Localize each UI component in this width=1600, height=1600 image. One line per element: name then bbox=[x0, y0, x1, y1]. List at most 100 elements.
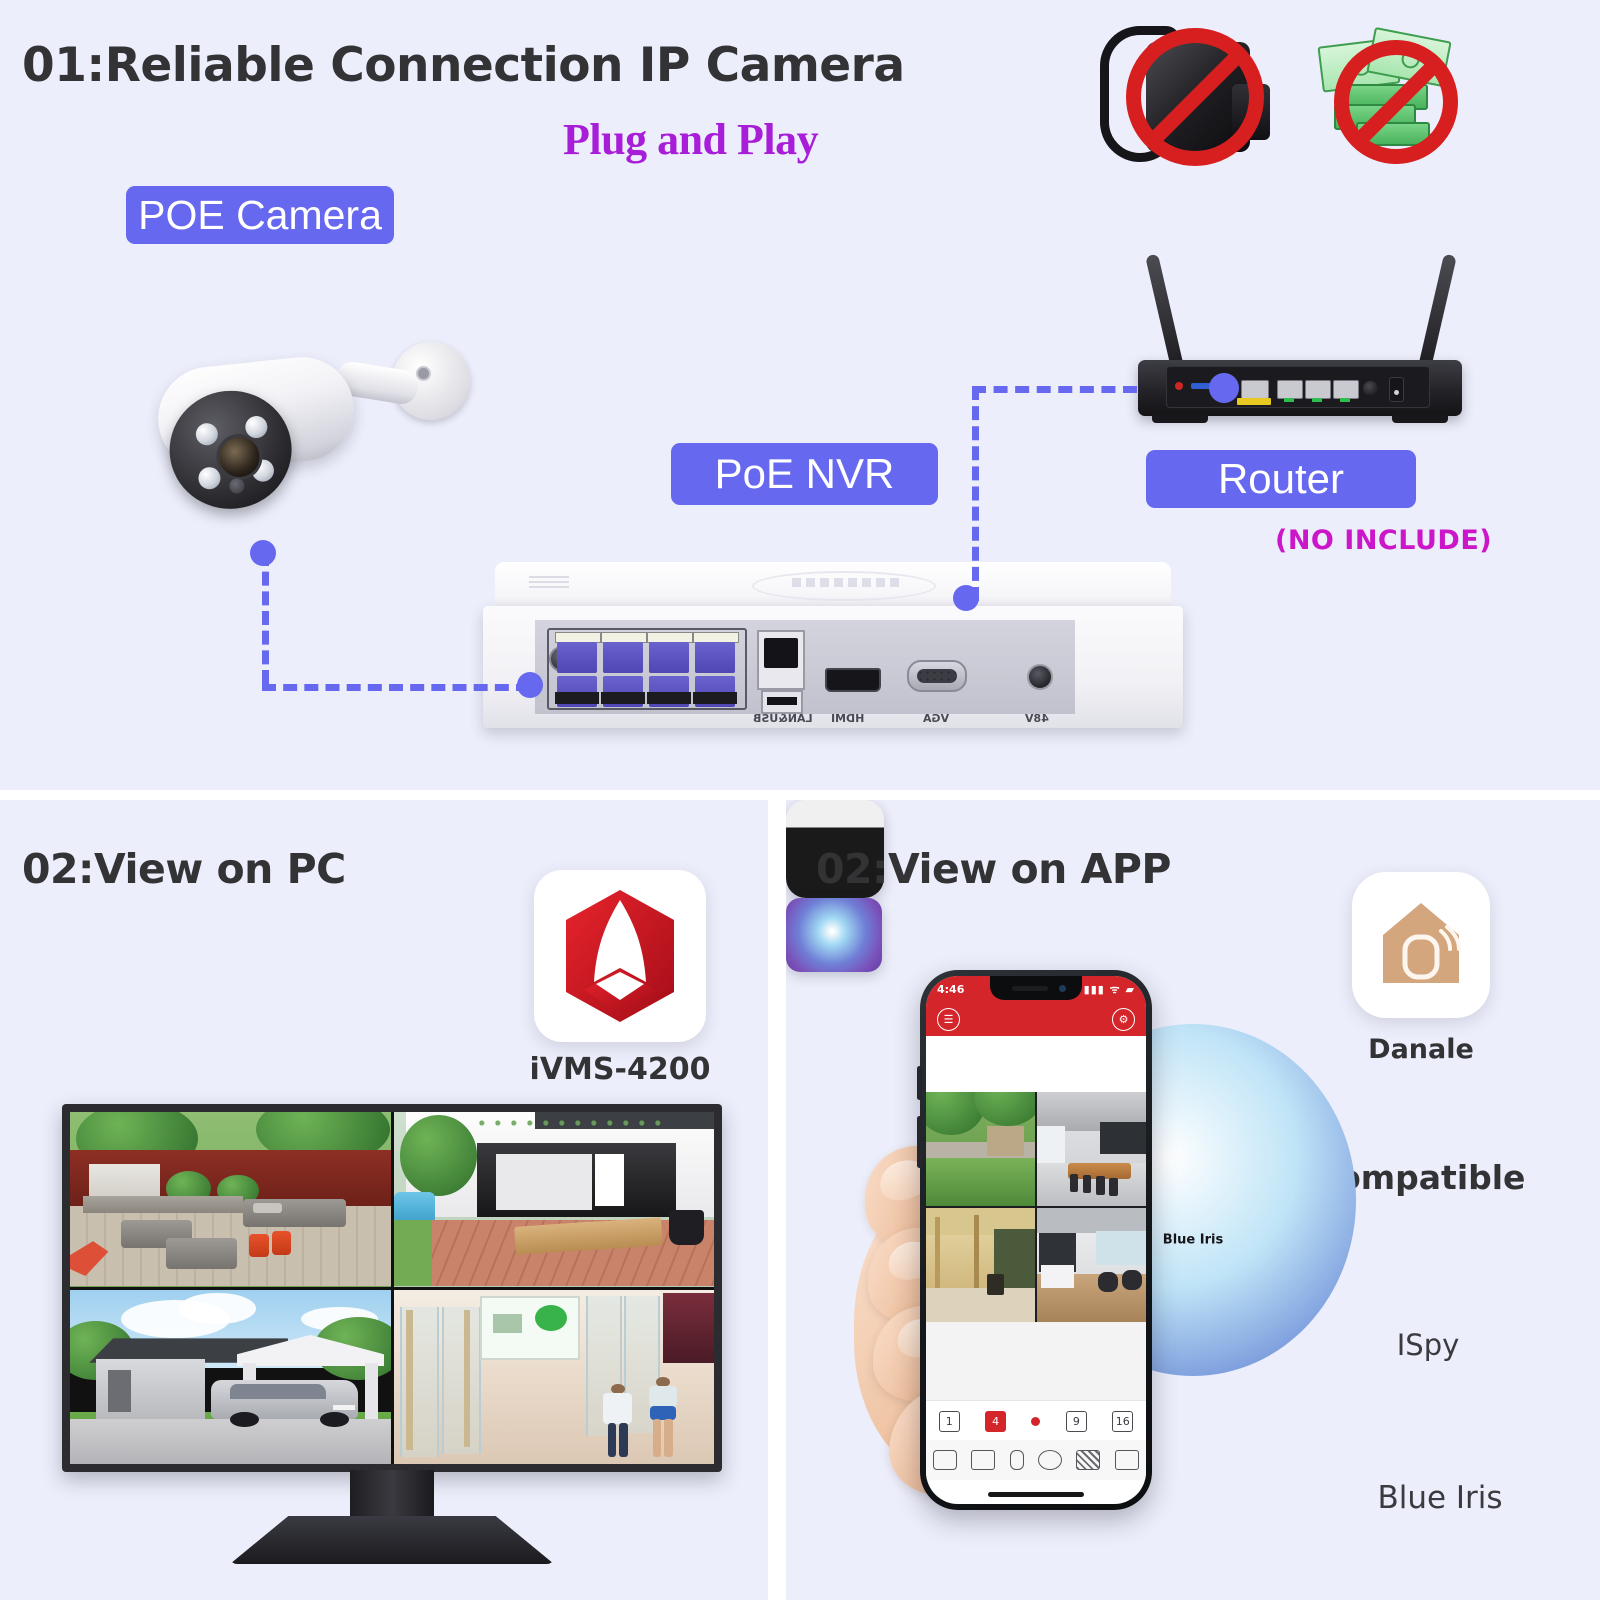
split-view-toolbar: 1 4 9 16 bbox=[926, 1400, 1146, 1441]
split-view-4-button[interactable]: 4 bbox=[985, 1410, 1007, 1432]
nvr-lan-port bbox=[757, 630, 805, 690]
section-title-01: 01:Reliable Connection IP Camera bbox=[22, 38, 905, 93]
settings-icon[interactable]: ⚙ bbox=[1112, 1007, 1135, 1031]
hamburger-menu-icon[interactable]: ☰ bbox=[937, 1007, 960, 1031]
ir-led-icon bbox=[197, 466, 222, 491]
router-body bbox=[1138, 360, 1462, 423]
ivms-4200-icon bbox=[534, 870, 706, 1042]
blue-iris-label: Blue Iris bbox=[1377, 1480, 1503, 1516]
nvr-power-jack bbox=[1027, 664, 1053, 690]
monitor-channel-1 bbox=[70, 1112, 391, 1287]
panel-view-on-pc: 02:View on PC iVMS-4200 bbox=[0, 800, 768, 1600]
ir-led-icon bbox=[194, 422, 219, 447]
person-figure bbox=[643, 1376, 681, 1457]
phone-camera-grid bbox=[926, 1092, 1146, 1322]
no-power-adapter-icon bbox=[1098, 12, 1288, 182]
connector-camera-to-nvr bbox=[262, 552, 269, 684]
light-sensor-icon bbox=[228, 477, 246, 495]
label-router: Router bbox=[1146, 450, 1416, 508]
smartphone: 4:46 ▮▮▮ ᯤ ▰ ☰ ⚙ 1 4 9 16 bbox=[917, 970, 1152, 1510]
record-icon[interactable] bbox=[971, 1450, 996, 1470]
poe-nvr-illustration: LAN&USB HDMI VGA 48V bbox=[483, 562, 1183, 742]
person-figure bbox=[599, 1383, 637, 1457]
monitor-neck bbox=[350, 1470, 434, 1518]
nvr-vga-port bbox=[907, 660, 967, 692]
plug-and-play-subtitle: Plug and Play bbox=[563, 115, 819, 164]
status-indicators: ▮▮▮ ᯤ ▰ bbox=[1083, 982, 1135, 996]
nvr-rear-panel: LAN&USB HDMI VGA 48V bbox=[483, 606, 1183, 728]
label-poe-nvr: PoE NVR bbox=[671, 443, 938, 505]
app-action-toolbar bbox=[926, 1440, 1146, 1480]
danale-label: Danale bbox=[1368, 1034, 1474, 1065]
nvr-usb-port bbox=[761, 690, 803, 714]
split-view-9-button[interactable]: 9 bbox=[1065, 1410, 1087, 1432]
monitor-base bbox=[230, 1516, 554, 1564]
quality-icon[interactable] bbox=[1076, 1450, 1101, 1470]
router-lan-port bbox=[1305, 380, 1331, 399]
section-title-app: 02:View on APP bbox=[816, 845, 1171, 893]
nvr-poe-port bbox=[649, 642, 689, 673]
phone-channel-4[interactable] bbox=[1037, 1208, 1146, 1322]
camera-lens-housing bbox=[163, 384, 298, 515]
snapshot-icon[interactable] bbox=[933, 1450, 958, 1470]
app-top-bar: ☰ ⚙ bbox=[926, 1002, 1146, 1036]
nvr-port-label-vga: VGA bbox=[923, 712, 950, 725]
mic-icon[interactable] bbox=[1009, 1450, 1024, 1470]
phone-channel-1[interactable] bbox=[926, 1092, 1035, 1206]
record-indicator-icon[interactable] bbox=[1031, 1416, 1041, 1426]
connector-dot-nvr-poe bbox=[517, 672, 543, 698]
router-reset-button bbox=[1175, 382, 1183, 390]
nvr-poe-port-block bbox=[547, 628, 747, 710]
infographic-page: 01:Reliable Connection IP Camera Plug an… bbox=[0, 0, 1600, 1600]
split-view-16-button[interactable]: 16 bbox=[1112, 1410, 1134, 1432]
connector-camera-to-nvr bbox=[262, 684, 530, 691]
connector-dot-router bbox=[1209, 373, 1239, 403]
router-wan-port bbox=[1241, 380, 1269, 399]
connector-nvr-to-router bbox=[972, 386, 979, 601]
ispy-label: ISpy bbox=[1396, 1328, 1460, 1362]
router-lan-port bbox=[1333, 380, 1359, 399]
poe-camera-illustration bbox=[140, 330, 470, 550]
phone-channel-2[interactable] bbox=[1037, 1092, 1146, 1206]
monitor-channel-2 bbox=[393, 1112, 714, 1287]
monitor-channel-4 bbox=[393, 1289, 714, 1464]
app-content-blank-top bbox=[926, 1036, 1146, 1092]
danale-house-icon bbox=[1352, 872, 1490, 1018]
connector-dot-nvr-lan bbox=[953, 585, 979, 611]
fullscreen-icon[interactable] bbox=[1114, 1450, 1139, 1470]
nvr-port-label-lan-usb: LAN&USB bbox=[753, 712, 813, 725]
monitor-channel-3 bbox=[70, 1289, 391, 1464]
nvr-hdmi-port bbox=[825, 668, 881, 692]
connector-dot-camera bbox=[250, 540, 276, 566]
label-poe-camera: POE Camera bbox=[126, 186, 394, 244]
front-camera-icon bbox=[1059, 985, 1066, 992]
no-money-icon bbox=[1312, 18, 1482, 178]
nvr-port-label-hdmi: HDMI bbox=[831, 712, 865, 725]
router-antenna-left bbox=[1145, 253, 1185, 374]
home-indicator bbox=[988, 1492, 1084, 1497]
phone-notch bbox=[990, 976, 1082, 1000]
camera-body bbox=[153, 352, 359, 515]
phone-channel-3[interactable] bbox=[926, 1208, 1035, 1322]
router-power-jack bbox=[1363, 381, 1378, 396]
ivms-4200-label: iVMS-4200 bbox=[529, 1052, 711, 1087]
monitor-screen bbox=[70, 1112, 714, 1464]
split-view-1-button[interactable]: 1 bbox=[938, 1410, 960, 1432]
nvr-top-cover bbox=[495, 562, 1171, 610]
nvr-poe-port bbox=[695, 642, 735, 673]
status-time: 4:46 bbox=[937, 982, 965, 996]
nvr-poe-port bbox=[557, 642, 597, 673]
nvr-poe-port bbox=[603, 642, 643, 673]
panel-connection-diagram: 01:Reliable Connection IP Camera Plug an… bbox=[0, 0, 1600, 790]
earpiece-speaker bbox=[1012, 986, 1048, 991]
section-title-pc: 02:View on PC bbox=[22, 845, 346, 893]
connector-nvr-to-router bbox=[972, 386, 1137, 393]
monitor-bezel bbox=[62, 1104, 722, 1472]
phone-screen: 4:46 ▮▮▮ ᯤ ▰ ☰ ⚙ 1 4 9 16 bbox=[926, 976, 1146, 1504]
ptz-icon[interactable] bbox=[1038, 1450, 1063, 1470]
phone-in-hand: 4:46 ▮▮▮ ᯤ ▰ ☰ ⚙ 1 4 9 16 bbox=[849, 940, 1200, 1600]
app-content-blank-bottom bbox=[926, 1322, 1146, 1400]
pc-monitor bbox=[62, 1104, 722, 1564]
router-antenna-right bbox=[1417, 253, 1457, 374]
router-no-include-note: (NO INCLUDE) bbox=[1275, 525, 1493, 556]
